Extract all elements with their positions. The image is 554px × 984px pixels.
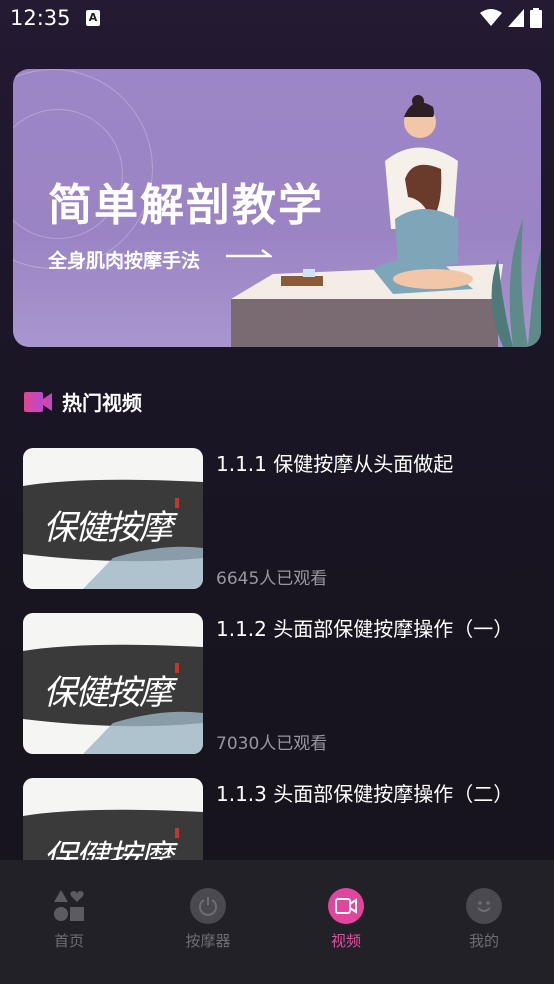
nav-item-profile[interactable]: 我的 <box>434 888 534 951</box>
video-thumbnail[interactable]: 保健按摩 <box>23 448 203 589</box>
arrow-right-icon <box>226 249 272 258</box>
banner-subtitle: 全身肌肉按摩手法 <box>48 250 201 272</box>
video-title: 1.1.3 头面部保健按摩操作（二） <box>216 782 514 806</box>
power-icon <box>190 888 226 924</box>
bottom-navigation: 首页 按摩器 视频 我的 <box>0 860 554 984</box>
shapes-icon <box>51 888 87 924</box>
video-view-count: 7030人已观看 <box>216 734 328 754</box>
signal-icon <box>508 9 524 27</box>
nav-item-video[interactable]: 视频 <box>296 888 396 951</box>
wifi-icon <box>480 9 502 26</box>
video-camera-icon <box>328 888 364 924</box>
video-camera-icon <box>24 391 52 412</box>
nav-label: 首页 <box>53 932 84 950</box>
video-title: 1.1.2 头面部保健按摩操作（一） <box>216 617 514 641</box>
nav-item-home[interactable]: 首页 <box>19 888 119 951</box>
thumbnail-text: 保健按摩 <box>43 673 173 713</box>
nav-label: 按摩器 <box>185 932 231 950</box>
status-bar: 12:35 A <box>0 0 554 38</box>
status-time: 12:35 <box>10 6 71 30</box>
nav-label: 视频 <box>330 932 361 950</box>
status-icons <box>480 8 542 28</box>
nav-item-massager[interactable]: 按摩器 <box>158 888 258 951</box>
section-title: 热门视频 <box>62 391 142 415</box>
notification-icon: A <box>86 10 100 26</box>
promo-banner[interactable]: 简单解剖教学 全身肌肉按摩手法 <box>13 69 541 347</box>
nav-label: 我的 <box>468 932 499 950</box>
section-header: 热门视频 <box>24 387 142 416</box>
thumbnail-text: 保健按摩 <box>43 508 173 548</box>
video-list-item[interactable]: 保健按摩 1.1.2 头面部保健按摩操作（一） 7030人已观看 <box>23 613 533 755</box>
smiley-icon <box>466 888 502 924</box>
video-list-item[interactable]: 保健按摩 1.1.1 保健按摩从头面做起 6645人已观看 <box>23 448 533 590</box>
video-view-count: 6645人已观看 <box>216 569 328 589</box>
video-thumbnail[interactable]: 保健按摩 <box>23 613 203 754</box>
battery-icon <box>530 8 542 28</box>
banner-title: 简单解剖教学 <box>48 180 324 231</box>
video-title: 1.1.1 保健按摩从头面做起 <box>216 452 454 476</box>
